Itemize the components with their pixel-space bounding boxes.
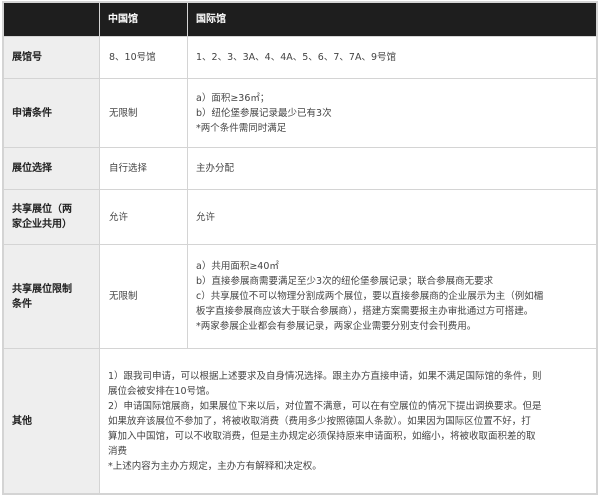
china-cell: 允许: [99, 189, 188, 245]
header-row: 中国馆 国际馆: [3, 2, 597, 37]
row-label-line: 条件: [12, 298, 32, 310]
row-label: 展馆号: [3, 36, 100, 79]
cell-text: 允许: [109, 211, 129, 223]
cell-text: 无限制: [109, 291, 138, 302]
row-label-line: 家企业共用）: [12, 219, 72, 230]
cell-text: 如果放弃该展位不参加了，将被收取消费（费用多少按照德国人条款）。如果因为国际区位…: [108, 415, 531, 427]
row-booth-selection: 展位选择 自行选择 主办分配: [3, 147, 597, 190]
cell-text: 无限制: [109, 107, 138, 119]
cell-text: 2）申请国际馆展商，如果展位下来以后，对位置不满意，可以在有空展位的情况下提出调…: [108, 400, 542, 412]
row-label: 申请条件: [3, 78, 100, 148]
cell-text: 板字直接参展商应该大于联合参展商），搭建方案需要报主办审批通过方可搭建。: [196, 306, 534, 317]
cell-text: c）共享展位不可以物理分割成两个展位，要以直接参展商的企业展示为主（例如楣: [196, 291, 544, 302]
china-cell: 自行选择: [99, 147, 188, 190]
row-label-line: 共享展位（两: [12, 204, 72, 215]
header-intl-pavilion: 国际馆: [187, 2, 597, 37]
cell-text: 1、2、3、3A、4、4A、5、6、7、7A、9号馆: [196, 52, 396, 63]
intl-cell: a）面积≥36㎡； b）纽伦堡参展记录最少已有3次 *两个条件需同时满足: [187, 78, 597, 148]
row-shared-booth-restrictions: 共享展位限制 条件 无限制 a）共用面积≥40㎡ b）直接参展商需要满足至少3次…: [3, 244, 597, 349]
row-shared-booth: 共享展位（两 家企业共用） 允许 允许: [3, 189, 597, 245]
row-label: 共享展位（两 家企业共用）: [3, 189, 100, 245]
cell-text: *两家参展企业都会有参展记录，两家企业需要分别支付会刊费用。: [196, 321, 477, 332]
row-other: 其他 1）跟我司申请，可以根据上述要求及自身情况选择。跟主办方直接申请，如果不满…: [3, 348, 597, 494]
comparison-table-container: 中国馆 国际馆 展馆号 8、10号馆 1、2、3、3A、4、4A、5、6、7、7…: [2, 1, 598, 495]
comparison-table: 中国馆 国际馆 展馆号 8、10号馆 1、2、3、3A、4、4A、5、6、7、7…: [3, 2, 597, 494]
intl-cell: 允许: [187, 189, 597, 245]
header-empty: [3, 2, 100, 37]
intl-cell: 1、2、3、3A、4、4A、5、6、7、7A、9号馆: [187, 36, 597, 79]
china-cell: 无限制: [99, 244, 188, 349]
intl-cell: 主办分配: [187, 147, 597, 190]
cell-text: 主办分配: [196, 163, 235, 174]
cell-text: 8、10号馆: [109, 52, 156, 63]
cell-text: 算加入中国馆，可以不收取消费，但是主办规定必须保持原来申请面积，如缩小，将被收取…: [108, 430, 536, 442]
cell-text: a）面积≥36㎡；: [196, 92, 270, 104]
cell-text: b）直接参展商需要满足至少3次的纽伦堡参展记录；联合参展商无要求: [196, 276, 494, 287]
row-label-line: 共享展位限制: [12, 283, 72, 295]
cell-text: *两个条件需同时满足: [196, 122, 287, 134]
cell-text: a）共用面积≥40㎡: [196, 261, 279, 272]
china-cell: 无限制: [99, 78, 188, 148]
row-label: 其他: [3, 348, 100, 494]
other-cell: 1）跟我司申请，可以根据上述要求及自身情况选择。跟主办方直接申请，如果不满足国际…: [99, 348, 597, 494]
cell-text: b）纽伦堡参展记录最少已有3次: [196, 107, 332, 119]
cell-text: 展位会被安排在10号馆。: [108, 385, 216, 397]
header-china-pavilion: 中国馆: [99, 2, 188, 37]
cell-text: 消费: [108, 445, 128, 457]
row-label: 展位选择: [3, 147, 100, 190]
china-cell: 8、10号馆: [99, 36, 188, 79]
cell-text: *上述内容为主办方规定，主办方有解释和决定权。: [108, 460, 322, 472]
row-label: 共享展位限制 条件: [3, 244, 100, 349]
row-application-conditions: 申请条件 无限制 a）面积≥36㎡； b）纽伦堡参展记录最少已有3次 *两个条件…: [3, 78, 597, 148]
cell-text: 1）跟我司申请，可以根据上述要求及自身情况选择。跟主办方直接申请，如果不满足国际…: [108, 370, 542, 382]
cell-text: 允许: [196, 211, 216, 223]
row-hall-number: 展馆号 8、10号馆 1、2、3、3A、4、4A、5、6、7、7A、9号馆: [3, 36, 597, 79]
intl-cell: a）共用面积≥40㎡ b）直接参展商需要满足至少3次的纽伦堡参展记录；联合参展商…: [187, 244, 597, 349]
cell-text: 自行选择: [109, 163, 148, 174]
